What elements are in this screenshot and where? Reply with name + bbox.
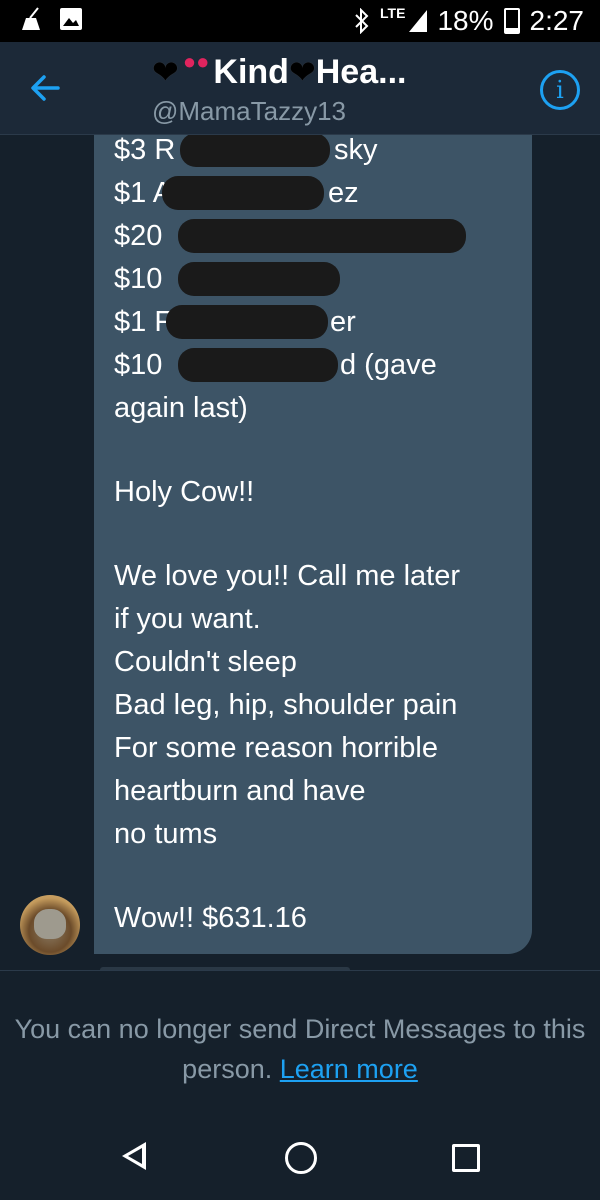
black-heart-icon: ❤ [288, 54, 316, 90]
battery-icon [503, 8, 520, 34]
signal-icon [409, 10, 428, 32]
redaction-mark [178, 262, 340, 296]
notice-text: You can no longer send Direct Messages t… [14, 1014, 586, 1084]
message-line: no tums [114, 818, 218, 850]
redaction-mark [166, 305, 328, 339]
navigation-bar [0, 1110, 600, 1200]
message-line: if you want. [114, 603, 261, 635]
title-block[interactable]: ❤ ●● Kind ❤ Hea... @MamaTazzy13 [152, 49, 532, 127]
message-line: again last) [114, 392, 248, 424]
dm-disabled-notice: You can no longer send Direct Messages t… [0, 970, 600, 1101]
message-line: We love you!! Call me later [114, 560, 460, 592]
message-line: heartburn and have [114, 775, 366, 807]
title-suffix: Hea... [315, 52, 407, 91]
status-right: LTE 18% 2:27 [354, 0, 584, 42]
redaction-mark [180, 135, 330, 167]
conversation-header: ❤ ●● Kind ❤ Hea... @MamaTazzy13 i [0, 42, 600, 135]
message-line: $3 Rsky [114, 135, 378, 167]
message-list[interactable]: $3 Rsky $1 Aez $20 $10 $1 Fer $10 d (gave… [0, 135, 600, 970]
notification-icons [18, 6, 84, 32]
message-line: $10 [114, 258, 524, 301]
message-line: Wow!! $631.16 [114, 902, 307, 934]
user-handle: @MamaTazzy13 [152, 96, 347, 126]
arrow-left-icon[interactable] [26, 68, 66, 108]
message-line: For some reason horrible [114, 732, 438, 764]
black-heart-icon: ❤ [152, 54, 179, 90]
redaction-mark [178, 219, 466, 253]
cat-photo [34, 909, 66, 939]
message-text: $3 Rsky $1 Aez $20 $10 $1 Fer $10 d (gave… [114, 135, 524, 940]
status-bar: LTE 18% 2:27 [0, 0, 600, 42]
nav-back-icon[interactable] [122, 1142, 146, 1170]
paw-prints-icon: ●● [182, 49, 210, 74]
clock: 2:27 [529, 5, 585, 36]
message-line: Couldn't sleep [114, 646, 297, 678]
learn-more-link[interactable]: Learn more [280, 1054, 418, 1084]
message-line: $10 d (gave [114, 348, 437, 382]
message-line: $1 Aez [114, 176, 359, 210]
cleaner-icon [22, 7, 40, 30]
title-name: Kind [213, 52, 289, 91]
redaction-mark [162, 176, 324, 210]
nav-home-icon[interactable] [285, 1142, 317, 1174]
message-line: Holy Cow!! [114, 476, 255, 508]
message-line: Bad leg, hip, shoulder pain [114, 689, 458, 721]
avatar[interactable] [20, 895, 80, 955]
message-line: $20 [114, 215, 524, 258]
nav-recents-icon[interactable] [452, 1144, 480, 1172]
battery-percent: 18% [437, 5, 494, 36]
conversation-title: ❤ ●● Kind ❤ Hea... [152, 49, 532, 94]
message-line: $1 Fer [114, 305, 356, 339]
message-bubble[interactable]: $3 Rsky $1 Aez $20 $10 $1 Fer $10 d (gave… [94, 135, 532, 954]
image-icon [60, 8, 82, 30]
redaction-mark [178, 348, 338, 382]
network-type: LTE [380, 5, 406, 21]
bluetooth-icon [355, 8, 369, 34]
info-icon[interactable]: i [540, 70, 580, 110]
